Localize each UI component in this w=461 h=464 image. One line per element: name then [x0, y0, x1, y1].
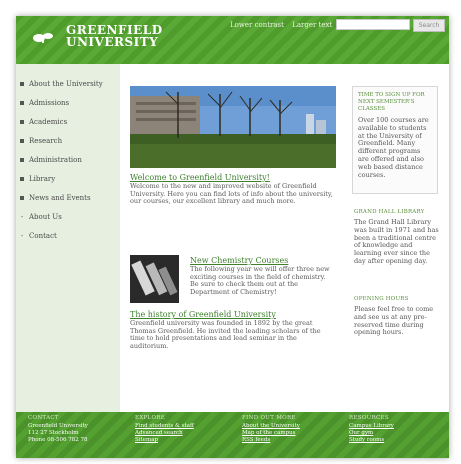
library-heading: GRAND HALL LIBRARY — [354, 209, 425, 215]
footer-contact-line: 112 27 Stockholm — [28, 430, 79, 436]
footer-link-advanced-search[interactable]: Advanced search — [135, 430, 183, 437]
square-bullet-icon — [20, 120, 24, 124]
sidebar-item-about-university[interactable]: About the University — [20, 80, 116, 92]
page-frame: GREENFIELD UNIVERSITY Lower contrast Lar… — [16, 16, 449, 458]
welcome-title[interactable]: Welcome to Greenfield University! — [130, 173, 270, 182]
site-header: GREENFIELD UNIVERSITY Lower contrast Lar… — [16, 16, 449, 64]
footer-link-rss-feeds[interactable]: RSS feeds — [242, 437, 270, 444]
footer-link-study-rooms[interactable]: Study rooms — [349, 437, 384, 444]
footer-link-campus-map[interactable]: Map of the campus — [242, 430, 296, 437]
history-title[interactable]: The history of Greenfield University — [130, 310, 276, 319]
sidebar-item-administration[interactable]: Administration — [20, 156, 116, 168]
sidebar-item-label: Library — [29, 175, 56, 183]
logo-icon[interactable] — [32, 30, 54, 44]
square-bullet-icon — [20, 101, 24, 105]
search-button[interactable]: Search — [413, 19, 445, 32]
sidebar-item-label: Academics — [29, 118, 68, 126]
sidebar-item-contact[interactable]: - Contact — [20, 232, 116, 244]
chemistry-body: The following year we will offer three n… — [190, 265, 330, 296]
brand-line-2: UNIVERSITY — [66, 35, 159, 49]
sidebar-item-label: Admissions — [29, 99, 70, 107]
signup-notice-box: TIME TO SIGN UP FOR NEXT SEMESTER'S CLAS… — [352, 86, 438, 194]
sidebar-item-label: News and Events — [29, 194, 91, 202]
larger-text-link[interactable]: Larger text — [292, 21, 332, 29]
campus-photo — [130, 86, 336, 168]
footer-contact-line: Greenfield University — [28, 423, 88, 429]
footer-link-campus-library[interactable]: Campus Library — [349, 423, 394, 430]
square-bullet-icon — [20, 158, 24, 162]
square-bullet-icon — [20, 196, 24, 200]
site-footer: CONTACT Greenfield University 112 27 Sto… — [16, 412, 449, 458]
site-logo-text[interactable]: GREENFIELD UNIVERSITY — [66, 24, 163, 48]
sidebar-item-academics[interactable]: Academics — [20, 118, 116, 130]
history-body: Greenfield university was founded in 189… — [130, 319, 321, 350]
footer-link-sitemap[interactable]: Sitemap — [135, 437, 158, 444]
sidebar-item-label: About the University — [29, 80, 103, 88]
square-bullet-icon — [20, 82, 24, 86]
sidebar-item-news-events[interactable]: News and Events — [20, 194, 116, 206]
hours-heading: OPENING HOURS — [354, 296, 409, 302]
lower-contrast-link[interactable]: Lower contrast — [230, 21, 284, 29]
sidebar-item-library[interactable]: Library — [20, 175, 116, 187]
square-bullet-icon — [20, 139, 24, 143]
sidebar-item-label: Research — [29, 137, 63, 145]
footer-contact-line: Phone 08-506 782 78 — [28, 437, 88, 443]
footer-link-about-university[interactable]: About the University — [242, 423, 300, 430]
footer-contact-heading: CONTACT — [28, 415, 59, 421]
welcome-body: Welcome to the new and improved website … — [130, 182, 333, 206]
sidebar-item-label: Contact — [29, 232, 57, 240]
footer-link-find-students[interactable]: Find students & staff — [135, 423, 194, 430]
library-body: The Grand Hall Library was built in 1971… — [354, 218, 439, 265]
chemistry-title[interactable]: New Chemistry Courses — [190, 256, 288, 265]
accessibility-links: Lower contrast Larger text — [230, 21, 338, 29]
footer-findout-heading: FIND OUT MORE — [242, 415, 296, 421]
sidebar-item-label: About Us — [29, 213, 62, 221]
square-bullet-icon — [20, 177, 24, 181]
sidebar-item-admissions[interactable]: Admissions — [20, 99, 116, 111]
signup-notice-title: TIME TO SIGN UP FOR NEXT SEMESTER'S CLAS… — [358, 92, 425, 112]
search-input[interactable] — [336, 19, 410, 30]
dash-bullet-icon: - — [20, 213, 24, 221]
signup-notice-body: Over 100 courses are available to studen… — [358, 116, 429, 179]
hours-body: Please feel free to come and see us at a… — [354, 305, 434, 337]
footer-resources-heading: RESOURCES — [349, 415, 389, 421]
sidebar-item-research[interactable]: Research — [20, 137, 116, 149]
sidebar-item-label: Administration — [29, 156, 82, 164]
chemistry-photo — [130, 255, 179, 303]
sidebar-item-about-us[interactable]: - About Us — [20, 213, 116, 225]
footer-link-gym[interactable]: Our gym — [349, 430, 373, 437]
footer-explore-heading: EXPLORE — [135, 415, 166, 421]
dash-bullet-icon: - — [20, 232, 24, 240]
sidebar-nav: About the University Admissions Academic… — [16, 64, 120, 412]
